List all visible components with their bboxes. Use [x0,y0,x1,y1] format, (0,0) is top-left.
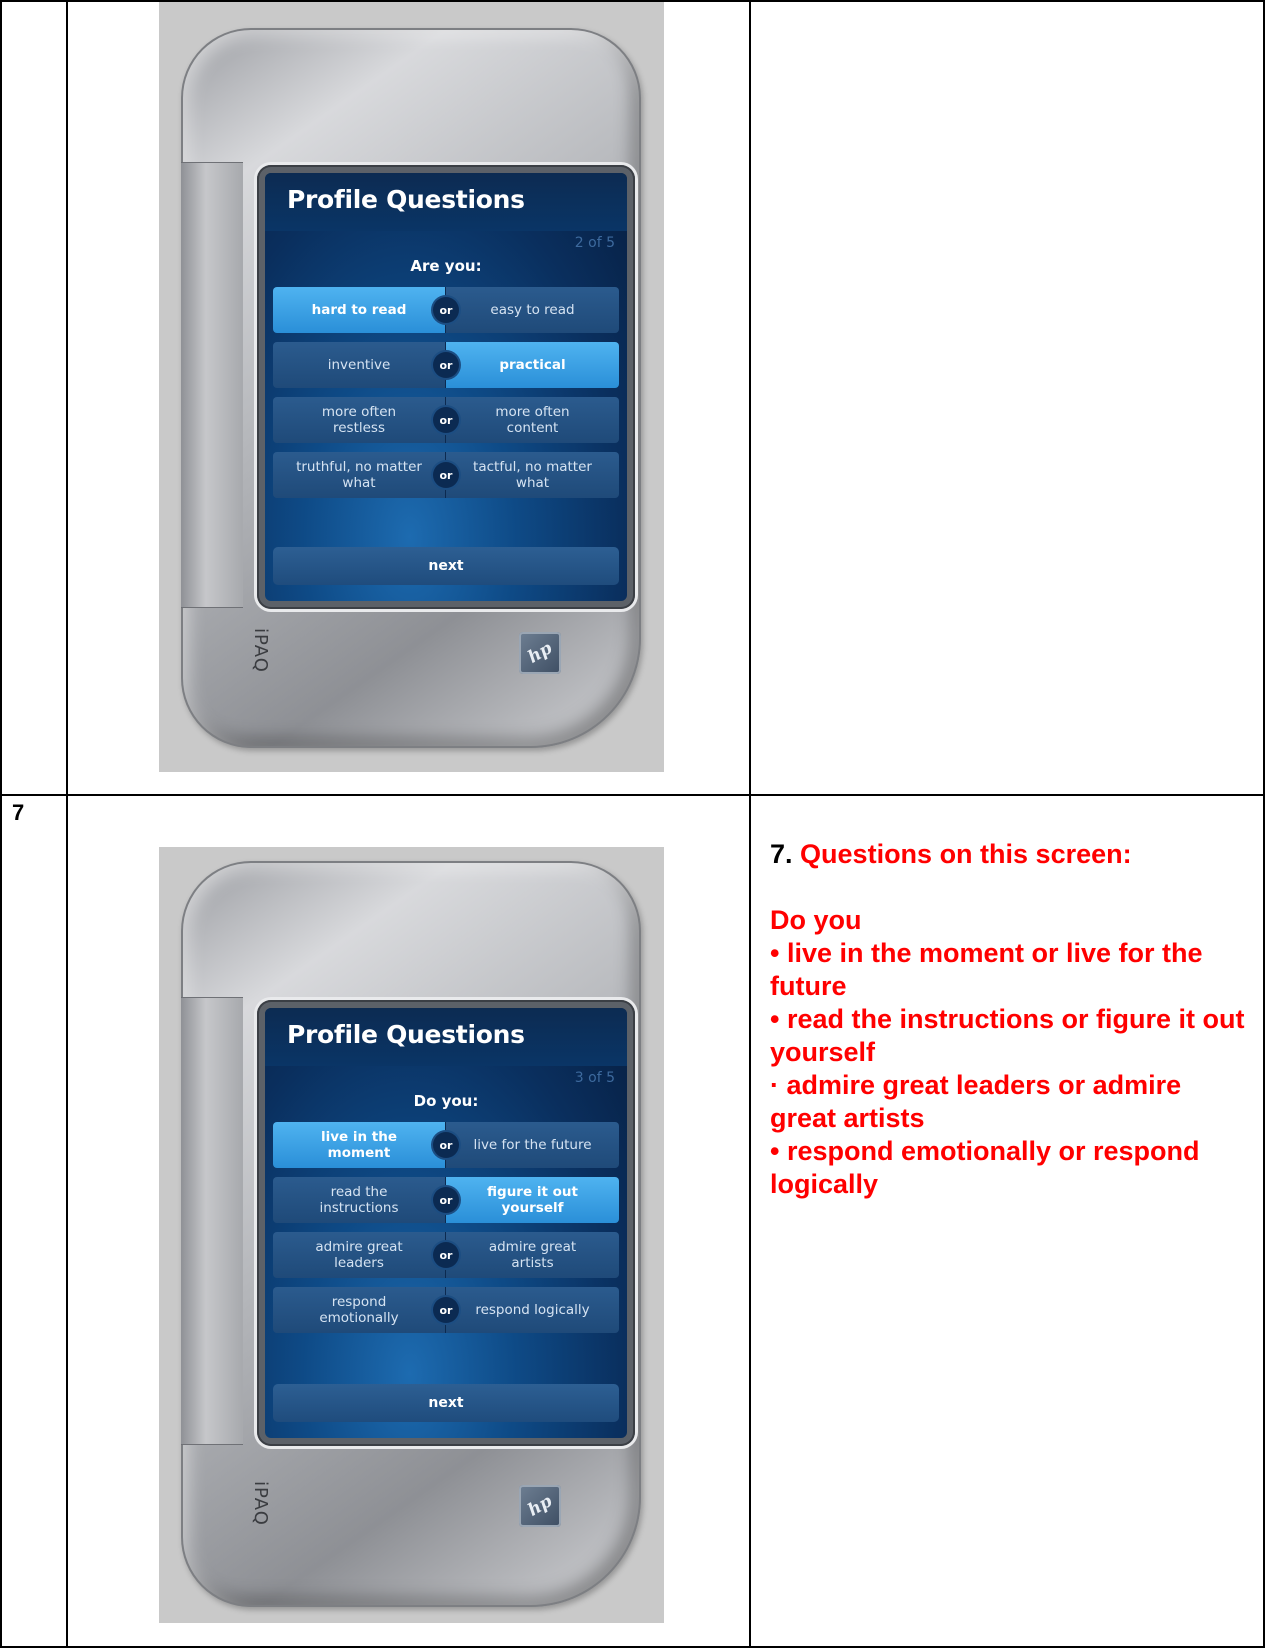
screen-bezel: Profile Questions 3 of 5 Do you: live in… [257,1000,635,1446]
device-body: Profile Questions 3 of 5 Do you: live in… [181,861,641,1607]
table-col-divider-1 [66,0,68,1648]
notes-spacer [770,871,1250,904]
or-badge: or [433,1242,459,1268]
option-left[interactable]: inventive [273,342,446,388]
notes-bullet: • respond emotionally or respond logical… [770,1136,1200,1199]
screen-header: Profile Questions [265,1008,627,1066]
table-col-divider-2 [749,0,751,1648]
notes-heading-text: Questions on this screen: [800,839,1132,869]
question-row: respond emotionally respond logically or [273,1287,619,1333]
screen-header: Profile Questions [265,173,627,231]
table-border-mid [0,794,1265,796]
question-counter: 2 of 5 [574,235,615,251]
option-left[interactable]: respond emotionally [273,1287,446,1333]
option-right[interactable]: easy to read [446,287,619,333]
question-row: more often restless more often content o… [273,397,619,443]
option-left[interactable]: live in the moment [273,1122,446,1168]
option-left[interactable]: hard to read [273,287,446,333]
next-button[interactable]: next [273,547,619,585]
option-left[interactable]: truthful, no matter what [273,452,446,498]
app-screen: Profile Questions 2 of 5 Are you: hard t… [265,173,627,601]
brand-label: iPAQ [250,628,271,673]
question-row: hard to read easy to read or [273,287,619,333]
question-row: truthful, no matter what tactful, no mat… [273,452,619,498]
hp-logo: hp [519,1485,561,1527]
option-left[interactable]: read the instructions [273,1177,446,1223]
notes-number: 7. [770,839,793,869]
or-badge: or [433,1297,459,1323]
question-row: admire great leaders admire great artist… [273,1232,619,1278]
next-button[interactable]: next [273,1384,619,1422]
device-image: Profile Questions 3 of 5 Do you: live in… [159,847,664,1623]
notes-bullet: • read the instructions or figure it out… [770,1004,1245,1067]
question-row: inventive practical or [273,342,619,388]
hp-logo: hp [519,632,561,674]
option-right[interactable]: respond logically [446,1287,619,1333]
table-border-left [0,0,2,1648]
option-right[interactable]: admire great artists [446,1232,619,1278]
hp-logo-text: hp [524,1491,556,1521]
document-table: 7 Profile Questions 2 of 5 Are you: hard… [0,0,1265,1648]
option-right[interactable]: practical [446,342,619,388]
brand-label: iPAQ [250,1481,271,1526]
screen-notes: 7. Questions on this screen: Do you • li… [770,838,1250,1201]
screen-title: Profile Questions [287,185,525,214]
or-badge: or [433,462,459,488]
option-right[interactable]: live for the future [446,1122,619,1168]
device-body: Profile Questions 2 of 5 Are you: hard t… [181,28,641,748]
or-badge: or [433,1132,459,1158]
or-badge: or [433,352,459,378]
question-row: read the instructions figure it out your… [273,1177,619,1223]
notes-bullet: • live in the moment or live for the fut… [770,938,1203,1001]
device-side-rail [181,162,243,608]
or-badge: or [433,1187,459,1213]
question-row: live in the moment live for the future o… [273,1122,619,1168]
option-right[interactable]: more often content [446,397,619,443]
row-number: 7 [12,800,25,825]
notes-bullet: · admire great leaders or admire great a… [770,1070,1182,1133]
question-prompt: Are you: [410,257,482,275]
option-left[interactable]: more often restless [273,397,446,443]
device-image: Profile Questions 2 of 5 Are you: hard t… [159,2,664,772]
or-badge: or [433,407,459,433]
notes-heading: 7. Questions on this screen: [770,838,1250,871]
question-counter: 3 of 5 [574,1070,615,1086]
notes-intro: Do you [770,905,862,935]
option-left[interactable]: admire great leaders [273,1232,446,1278]
option-right[interactable]: tactful, no matter what [446,452,619,498]
screen-title: Profile Questions [287,1020,525,1049]
question-prompt: Do you: [413,1092,479,1110]
option-right[interactable]: figure it out yourself [446,1177,619,1223]
hp-logo-text: hp [524,638,556,668]
app-screen: Profile Questions 3 of 5 Do you: live in… [265,1008,627,1438]
device-side-rail [181,997,243,1445]
screen-bezel: Profile Questions 2 of 5 Are you: hard t… [257,165,635,609]
or-badge: or [433,297,459,323]
